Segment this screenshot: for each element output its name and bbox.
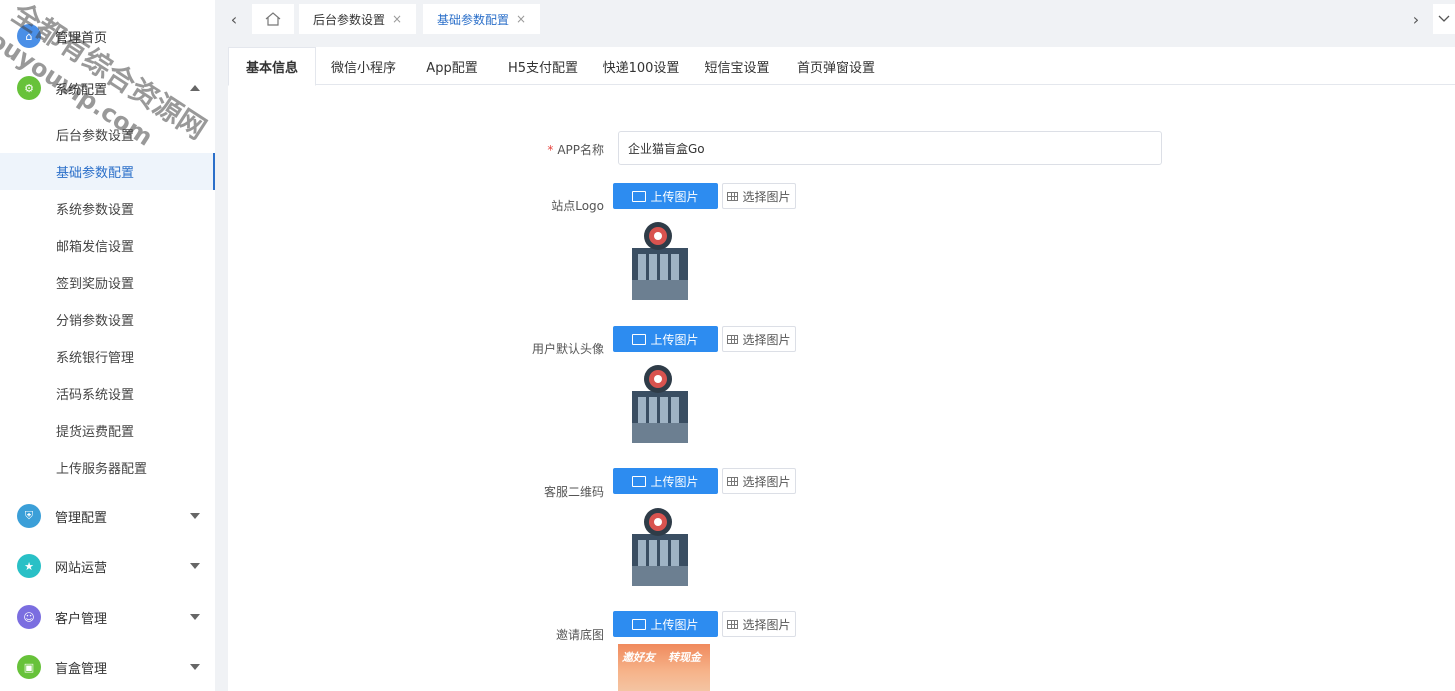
- menu-group-label: 客户管理: [55, 611, 108, 627]
- image-icon: [632, 333, 647, 345]
- site-logo-label: 站点Logo: [551, 199, 604, 213]
- tab-kuaidi100[interactable]: 快递100设置: [593, 47, 689, 86]
- tab-home-popup[interactable]: 首页弹窗设置: [785, 47, 887, 86]
- upload-image-button[interactable]: 上传图片: [613, 183, 718, 209]
- invite-thumb-text-right: 转现金: [668, 651, 701, 664]
- home-icon: [265, 12, 281, 26]
- gear-icon: ⚙: [17, 76, 41, 100]
- gift-icon: ▣: [17, 655, 41, 679]
- sidebar: ⌂ 管理首页 ⚙ 系统配置 后台参数设置 基础参数配置 系统参数设置 邮箱发信设…: [0, 0, 215, 691]
- image-icon: [632, 190, 647, 202]
- upload-image-button[interactable]: 上传图片: [613, 468, 718, 494]
- menu-group-customers[interactable]: ☺ 客户管理: [0, 595, 215, 639]
- menu-group-label: 管理首页: [55, 30, 108, 46]
- chevron-down-icon: [1438, 15, 1450, 22]
- default-avatar-label: 用户默认头像: [531, 342, 604, 356]
- upload-image-button[interactable]: 上传图片: [613, 611, 718, 637]
- tabs-menu-button[interactable]: [1433, 4, 1455, 34]
- tabs-bar: ‹ 后台参数设置 × 基础参数配置 × ›: [215, 0, 1455, 38]
- sidebar-item-bank[interactable]: 系统银行管理: [0, 338, 215, 375]
- chevron-left-icon: ‹: [230, 9, 238, 29]
- chevron-up-icon: [190, 85, 200, 91]
- user-icon: ☺: [17, 605, 41, 629]
- image-icon: [632, 475, 647, 487]
- close-icon[interactable]: ×: [516, 12, 526, 26]
- menu-group-label: 盲盒管理: [55, 661, 108, 677]
- menu-group-site-ops[interactable]: ★ 网站运营: [0, 544, 215, 588]
- tab-label: 后台参数设置: [313, 12, 386, 27]
- home-icon: ⌂: [17, 24, 41, 48]
- home-tab-button[interactable]: [252, 4, 294, 34]
- chevron-down-icon: [190, 563, 200, 569]
- site-logo-thumbnail: [632, 222, 688, 300]
- content-card: 基本信息 微信小程序 App配置 H5支付配置 快递100设置 短信宝设置 首页…: [228, 47, 1455, 691]
- grid-icon: [727, 334, 739, 344]
- chevron-down-icon: [190, 614, 200, 620]
- sidebar-item-system-params[interactable]: 系统参数设置: [0, 190, 215, 227]
- chevron-down-icon: [190, 513, 200, 519]
- tabs-next-button[interactable]: ›: [1403, 4, 1429, 34]
- invite-bg-label: 邀请底图: [555, 628, 604, 642]
- grid-icon: [727, 476, 739, 486]
- tab-sms[interactable]: 短信宝设置: [689, 47, 785, 86]
- tab-basic-params[interactable]: 基础参数配置 ×: [423, 4, 541, 34]
- select-image-button[interactable]: 选择图片: [722, 468, 796, 494]
- menu-group-label: 网站运营: [55, 560, 108, 576]
- shield-icon: ⛨: [17, 504, 41, 528]
- sidebar-item-backend-params[interactable]: 后台参数设置: [0, 116, 215, 153]
- tabs-prev-button[interactable]: ‹: [221, 4, 247, 34]
- content-tabs: 基本信息 微信小程序 App配置 H5支付配置 快递100设置 短信宝设置 首页…: [228, 47, 1455, 86]
- image-icon: [632, 618, 647, 630]
- sidebar-item-shipping[interactable]: 提货运费配置: [0, 412, 215, 449]
- app-name-input[interactable]: 企业猫盲盒Go: [618, 131, 1162, 165]
- default-avatar-thumbnail: [632, 365, 688, 443]
- sidebar-item-upload-server[interactable]: 上传服务器配置: [0, 449, 215, 486]
- select-image-button[interactable]: 选择图片: [722, 326, 796, 352]
- select-image-button[interactable]: 选择图片: [722, 183, 796, 209]
- menu-group-system-config[interactable]: ⚙ 系统配置: [0, 66, 215, 110]
- tab-app-config[interactable]: App配置: [411, 47, 493, 86]
- upload-image-button[interactable]: 上传图片: [613, 326, 718, 352]
- sidebar-item-distribution[interactable]: 分销参数设置: [0, 301, 215, 338]
- service-qr-label: 客服二维码: [543, 485, 604, 499]
- chevron-right-icon: ›: [1412, 9, 1420, 29]
- chevron-down-icon: [190, 664, 200, 670]
- menu-group-admin-config[interactable]: ⛨ 管理配置: [0, 494, 215, 538]
- sidebar-item-live-code[interactable]: 活码系统设置: [0, 375, 215, 412]
- tab-backend-params[interactable]: 后台参数设置 ×: [299, 4, 417, 34]
- tab-wechat-miniprogram[interactable]: 微信小程序: [316, 47, 411, 86]
- service-qr-thumbnail: [632, 508, 688, 586]
- close-icon[interactable]: ×: [392, 12, 402, 26]
- sidebar-item-mail[interactable]: 邮箱发信设置: [0, 227, 215, 264]
- app-name-label: * APP名称: [547, 143, 604, 157]
- invite-thumb-text-left: 邀好友: [622, 651, 655, 664]
- menu-group-blindbox[interactable]: ▣ 盲盒管理: [0, 645, 215, 689]
- menu-group-label: 管理配置: [55, 510, 108, 526]
- star-icon: ★: [17, 554, 41, 578]
- menu-group-home[interactable]: ⌂ 管理首页: [0, 14, 215, 58]
- sidebar-item-checkin[interactable]: 签到奖励设置: [0, 264, 215, 301]
- tab-h5-pay[interactable]: H5支付配置: [493, 47, 593, 86]
- sidebar-item-basic-params[interactable]: 基础参数配置: [0, 153, 215, 190]
- required-mark: *: [547, 143, 554, 157]
- grid-icon: [727, 619, 739, 629]
- invite-bg-thumbnail: 邀好友 转现金: [618, 644, 710, 691]
- tab-basic-info[interactable]: 基本信息: [228, 47, 316, 86]
- tab-label: 基础参数配置: [437, 12, 510, 27]
- grid-icon: [727, 191, 739, 201]
- select-image-button[interactable]: 选择图片: [722, 611, 796, 637]
- menu-group-label: 系统配置: [55, 82, 108, 98]
